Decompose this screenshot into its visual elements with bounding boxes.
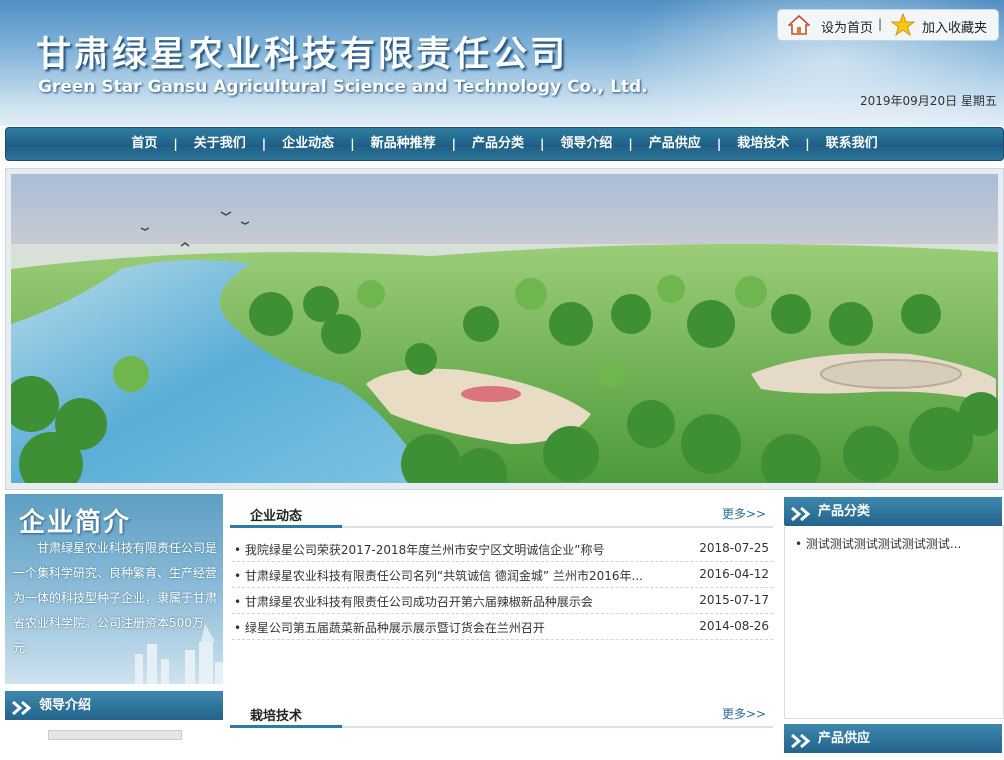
news-more-link[interactable]: 更多>> (722, 505, 766, 522)
news-date: 2016-04-12 (699, 567, 769, 581)
main-nav-items: 首页 | 关于我们 | 企业动态 | 新品种推荐 | 产品分类 | 领导介绍 | 产品供应 | 栽培技术 | 联… (6, 128, 1003, 160)
current-date: 2019年09月20日 星期五 (860, 94, 997, 108)
news-title[interactable]: • 甘肃绿星农业科技有限责任公司名列“共筑诚信 德润金城” 兰州市2016年..… (234, 567, 654, 584)
city-skyline-image (125, 614, 223, 684)
site-header: 甘肃绿星农业科技有限责任公司 Green Star Gansu Agricult… (0, 0, 1004, 126)
products-panel-header: 产品分类 (784, 497, 1002, 526)
leader-photo (48, 730, 182, 740)
news-underline (230, 525, 773, 528)
nav-item-6[interactable]: 产品供应 (633, 128, 717, 160)
news-row[interactable]: • 我院绿星公司荣获2017-2018年度兰州市安宁区文明诚信企业”称号 201… (232, 535, 773, 562)
news-date: 2014-08-26 (699, 619, 769, 633)
news-date: 2015-07-17 (699, 593, 769, 607)
news-underline-accent (230, 525, 342, 528)
nav-item-5[interactable]: 领导介绍 (544, 128, 628, 160)
double-chevron-icon (790, 731, 814, 749)
leaders-title[interactable]: 领导介绍 (39, 691, 91, 720)
supply-panel-header: 产品供应 (784, 724, 1002, 753)
star-icon[interactable] (890, 12, 916, 37)
news-row[interactable]: • 甘肃绿星农业科技有限责任公司成功召开第六届辣椒新品种展示会 2015-07-… (232, 587, 773, 614)
nav-item-8[interactable]: 联系我们 (810, 128, 894, 160)
banner-image (11, 174, 998, 483)
products-title[interactable]: 产品分类 (818, 497, 870, 526)
news-section-title: 企业动态 (250, 509, 303, 524)
products-panel-body: • 测试测试测试测试测试测试... (784, 525, 1004, 719)
double-chevron-icon (11, 698, 35, 716)
intro-title: 企业简介 (19, 508, 132, 538)
add-favorite-link[interactable]: 加入收藏夹 (922, 17, 987, 36)
banner-frame (5, 168, 1004, 490)
top-links: 设为首页 | 加入收藏夹 (777, 9, 999, 41)
supply-title[interactable]: 产品供应 (818, 724, 870, 753)
main-nav: 首页 | 关于我们 | 企业动态 | 新品种推荐 | 产品分类 | 领导介绍 | 产品供应 | 栽培技术 | 联… (5, 127, 1004, 161)
double-chevron-icon (790, 504, 814, 522)
company-name-cn: 甘肃绿星农业科技有限责任公司 (36, 34, 569, 75)
news-row[interactable]: • 甘肃绿星农业科技有限责任公司名列“共筑诚信 德润金城” 兰州市2016年..… (232, 561, 773, 588)
news-title[interactable]: • 甘肃绿星农业科技有限责任公司成功召开第六届辣椒新品种展示会 (234, 593, 654, 610)
news-date: 2018-07-25 (699, 541, 769, 555)
set-home-link[interactable]: 设为首页 (821, 17, 873, 36)
cultivation-underline (230, 725, 773, 728)
nav-item-2[interactable]: 企业动态 (266, 128, 350, 160)
leaders-panel-header: 领导介绍 (5, 691, 223, 720)
nav-item-3[interactable]: 新品种推荐 (355, 128, 452, 160)
company-name-en: Green Star Gansu Agricultural Science an… (38, 77, 648, 97)
news-row[interactable]: • 绿星公司第五届蔬菜新品种展示展示暨订货会在兰州召开 2014-08-26 (232, 613, 773, 640)
company-intro-panel: 企业简介 甘肃绿星农业科技有限责任公司是一个集科学研究、良种繁育、生产经营为一体… (5, 494, 223, 684)
product-category-item[interactable]: • 测试测试测试测试测试测试... (795, 535, 961, 552)
nav-item-4[interactable]: 产品分类 (456, 128, 540, 160)
cultivation-underline-accent (230, 725, 342, 728)
news-title[interactable]: • 绿星公司第五届蔬菜新品种展示展示暨订货会在兰州召开 (234, 619, 654, 636)
toplinks-separator: | (878, 17, 883, 31)
home-icon[interactable] (786, 14, 812, 35)
cultivation-more-link[interactable]: 更多>> (722, 705, 766, 722)
nav-item-0[interactable]: 首页 (115, 128, 173, 160)
cultivation-section-title: 栽培技术 (250, 709, 303, 724)
nav-item-7[interactable]: 栽培技术 (721, 128, 805, 160)
news-title[interactable]: • 我院绿星公司荣获2017-2018年度兰州市安宁区文明诚信企业”称号 (234, 541, 654, 558)
nav-item-1[interactable]: 关于我们 (178, 128, 262, 160)
